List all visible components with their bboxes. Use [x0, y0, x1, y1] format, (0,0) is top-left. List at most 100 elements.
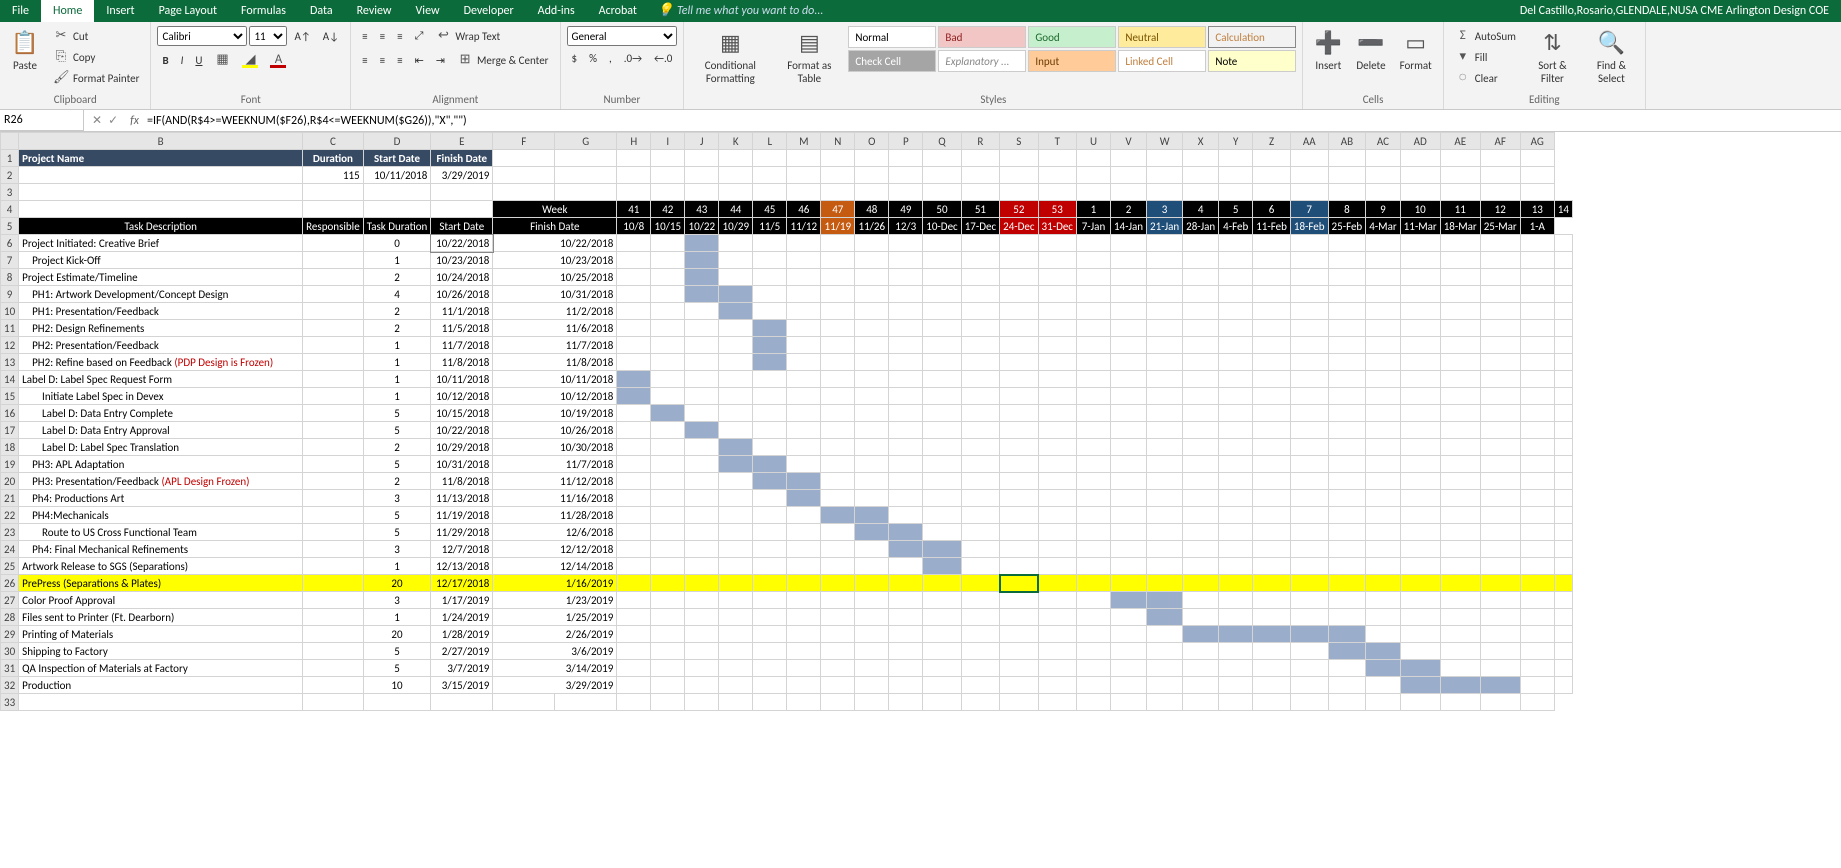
gantt-cell[interactable]: [1328, 490, 1366, 507]
gantt-cell[interactable]: [1147, 303, 1183, 320]
gantt-cell[interactable]: [1110, 473, 1146, 490]
gantt-cell[interactable]: [1000, 303, 1038, 320]
col-header-R[interactable]: R: [961, 133, 999, 150]
gantt-cell[interactable]: [1480, 303, 1520, 320]
gantt-cell[interactable]: [1183, 541, 1219, 558]
gantt-cell[interactable]: [1554, 320, 1572, 337]
gantt-cell[interactable]: [787, 575, 821, 592]
gantt-cell[interactable]: [1400, 235, 1440, 252]
cut-button[interactable]: ✂Cut: [48, 26, 144, 46]
gantt-cell[interactable]: [1328, 252, 1366, 269]
tab-file[interactable]: File: [0, 0, 41, 22]
gantt-cell[interactable]: [719, 405, 753, 422]
gantt-cell[interactable]: [1520, 626, 1554, 643]
format-painter-button[interactable]: 🖌Format Painter: [48, 68, 144, 88]
gantt-cell[interactable]: [1147, 456, 1183, 473]
gantt-cell[interactable]: [1253, 354, 1291, 371]
gantt-cell[interactable]: [617, 252, 651, 269]
gantt-cell[interactable]: [1554, 252, 1572, 269]
gantt-cell[interactable]: [1253, 677, 1291, 694]
gantt-cell[interactable]: [1480, 320, 1520, 337]
gantt-cell[interactable]: [685, 456, 719, 473]
gantt-cell[interactable]: [1366, 354, 1400, 371]
gantt-cell[interactable]: [1253, 337, 1291, 354]
gantt-cell[interactable]: [923, 439, 961, 456]
gantt-cell[interactable]: [1366, 643, 1400, 660]
gantt-cell[interactable]: [1520, 405, 1554, 422]
gantt-cell[interactable]: [787, 558, 821, 575]
gantt-cell[interactable]: [1328, 337, 1366, 354]
gantt-cell[interactable]: [753, 252, 787, 269]
gantt-cell[interactable]: [719, 371, 753, 388]
gantt-cell[interactable]: [855, 320, 889, 337]
orientation-button[interactable]: ⤢: [410, 26, 429, 46]
gantt-cell[interactable]: [1554, 643, 1572, 660]
gantt-cell[interactable]: [821, 473, 855, 490]
gantt-cell[interactable]: [1110, 507, 1146, 524]
col-header-Y[interactable]: Y: [1219, 133, 1253, 150]
gantt-cell[interactable]: [1253, 269, 1291, 286]
gantt-cell[interactable]: [855, 643, 889, 660]
gantt-cell[interactable]: [1400, 609, 1440, 626]
gantt-cell[interactable]: [923, 677, 961, 694]
gantt-cell[interactable]: [821, 252, 855, 269]
gantt-cell[interactable]: [1328, 388, 1366, 405]
gantt-cell[interactable]: [753, 388, 787, 405]
gantt-cell[interactable]: [1038, 456, 1076, 473]
col-header-F[interactable]: F: [493, 133, 555, 150]
style-bad[interactable]: Bad: [938, 26, 1026, 48]
gantt-cell[interactable]: [1480, 660, 1520, 677]
gantt-cell[interactable]: [1290, 235, 1328, 252]
gantt-cell[interactable]: [1440, 490, 1480, 507]
gantt-cell[interactable]: [1328, 456, 1366, 473]
gantt-cell[interactable]: [1328, 541, 1366, 558]
gantt-cell[interactable]: [889, 473, 923, 490]
col-header-M[interactable]: M: [787, 133, 821, 150]
gantt-cell[interactable]: [855, 490, 889, 507]
gantt-cell[interactable]: [1480, 541, 1520, 558]
gantt-cell[interactable]: [1038, 235, 1076, 252]
gantt-cell[interactable]: [1219, 626, 1253, 643]
gantt-cell[interactable]: [1038, 609, 1076, 626]
gantt-cell[interactable]: [1219, 337, 1253, 354]
gantt-cell[interactable]: [821, 456, 855, 473]
align-top-button[interactable]: ≡: [357, 26, 372, 46]
gantt-cell[interactable]: [719, 337, 753, 354]
gantt-cell[interactable]: [1520, 422, 1554, 439]
gantt-cell[interactable]: [651, 235, 685, 252]
gantt-cell[interactable]: [923, 388, 961, 405]
gantt-cell[interactable]: [1520, 354, 1554, 371]
gantt-cell[interactable]: [1219, 473, 1253, 490]
gantt-cell[interactable]: [1290, 354, 1328, 371]
gantt-cell[interactable]: [1366, 626, 1400, 643]
gantt-cell[interactable]: [1480, 235, 1520, 252]
gantt-cell[interactable]: [821, 626, 855, 643]
gantt-cell[interactable]: [651, 337, 685, 354]
gantt-cell[interactable]: [1183, 507, 1219, 524]
gantt-cell[interactable]: [1038, 524, 1076, 541]
gantt-cell[interactable]: [1290, 541, 1328, 558]
gantt-cell[interactable]: [821, 235, 855, 252]
gantt-cell[interactable]: [1400, 592, 1440, 609]
gantt-cell[interactable]: [1400, 252, 1440, 269]
gantt-cell[interactable]: [889, 626, 923, 643]
cell-styles-gallery[interactable]: NormalBadGoodNeutralCalculationCheck Cel…: [848, 26, 1296, 72]
gantt-cell[interactable]: [1520, 473, 1554, 490]
gantt-cell[interactable]: [685, 252, 719, 269]
gantt-cell[interactable]: [923, 660, 961, 677]
gantt-cell[interactable]: [1290, 677, 1328, 694]
gantt-cell[interactable]: [1038, 303, 1076, 320]
gantt-cell[interactable]: [889, 677, 923, 694]
gantt-cell[interactable]: [1480, 354, 1520, 371]
gantt-cell[interactable]: [1076, 660, 1110, 677]
gantt-cell[interactable]: [889, 524, 923, 541]
gantt-cell[interactable]: [1110, 303, 1146, 320]
col-header-U[interactable]: U: [1076, 133, 1110, 150]
gantt-cell[interactable]: [821, 337, 855, 354]
gantt-cell[interactable]: [685, 592, 719, 609]
gantt-cell[interactable]: [923, 320, 961, 337]
gantt-cell[interactable]: [617, 524, 651, 541]
gantt-cell[interactable]: [923, 473, 961, 490]
gantt-cell[interactable]: [889, 439, 923, 456]
gantt-cell[interactable]: [753, 439, 787, 456]
